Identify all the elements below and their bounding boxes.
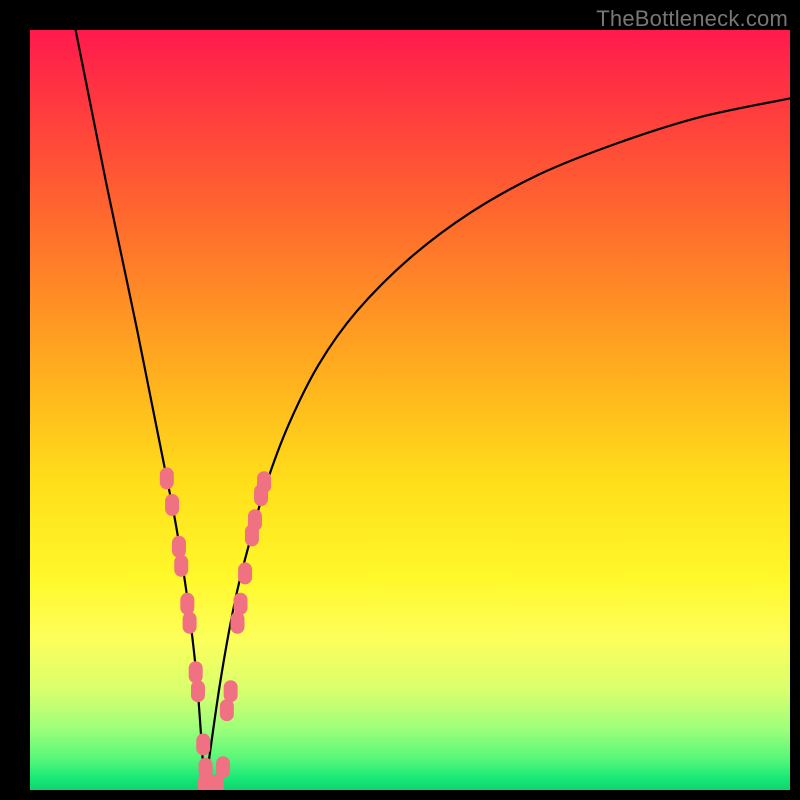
marker-dot <box>220 699 234 721</box>
marker-dots <box>160 467 271 790</box>
marker-dot <box>172 536 186 558</box>
marker-dot <box>224 680 238 702</box>
outer-frame: TheBottleneck.com <box>0 0 800 800</box>
chart-svg <box>30 30 790 790</box>
marker-dot <box>183 612 197 634</box>
marker-dot <box>174 555 188 577</box>
marker-dot <box>238 562 252 584</box>
marker-dot <box>180 593 194 615</box>
marker-dot <box>257 471 271 493</box>
marker-dot <box>191 680 205 702</box>
marker-dot <box>234 593 248 615</box>
plot-area <box>30 30 790 790</box>
marker-dot <box>189 661 203 683</box>
marker-dot <box>165 494 179 516</box>
marker-dot <box>248 509 262 531</box>
marker-dot <box>230 612 244 634</box>
curve-left-branch <box>76 30 205 790</box>
marker-dot <box>160 467 174 489</box>
marker-dot <box>216 756 230 778</box>
marker-dot <box>196 733 210 755</box>
watermark-text: TheBottleneck.com <box>596 6 788 32</box>
curve-right-branch <box>205 98 790 790</box>
